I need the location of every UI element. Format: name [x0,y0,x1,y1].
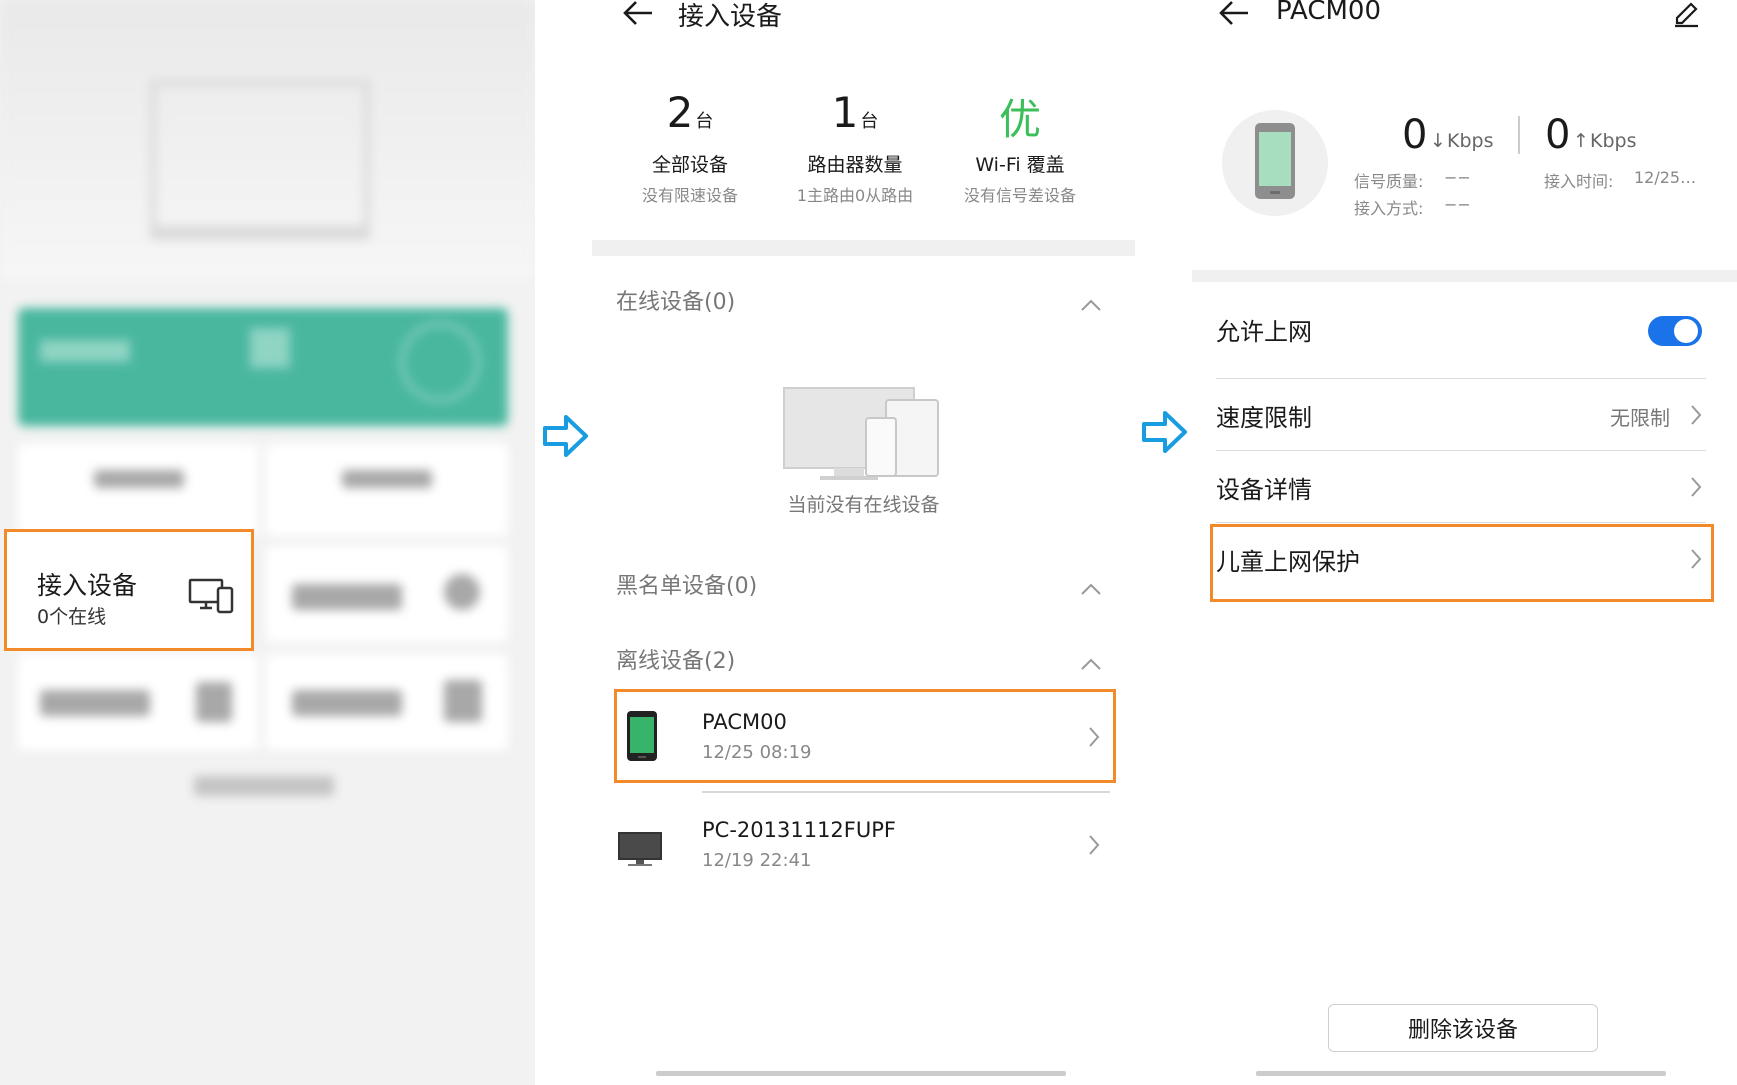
monitor-icon [618,832,662,866]
blacklist-section-title: 黑名单设备(0) [616,574,758,599]
total-devices-stat: 2台 [630,88,750,137]
chevron-right-icon [1691,405,1702,425]
row-divider [702,791,1110,793]
highlight-box [1210,524,1714,602]
row-divider [1216,450,1706,451]
row-divider [1216,522,1706,523]
empty-devices-text: 当前没有在线设备 [787,494,940,516]
chevron-right-icon [1691,477,1702,497]
page-title: PACM00 [1276,0,1382,26]
total-devices-value: 2 [666,88,694,137]
device-row-pc[interactable]: PC-20131112FUPF 12/19 22:41 [616,798,1112,890]
toggle-knob [1674,319,1698,343]
access-mode-value: −− [1444,195,1471,214]
scroll-indicator [656,1071,1066,1076]
total-devices-unit: 台 [695,111,714,132]
device-details-row[interactable]: 设备详情 [1216,470,1706,510]
chevron-right-icon [1089,835,1100,855]
speed-limit-row[interactable]: 速度限制 无限制 [1216,398,1706,438]
offline-section-title: 离线设备(2) [616,649,736,674]
highlight-box [614,689,1116,783]
allow-internet-row: 允许上网 [1216,312,1706,352]
download-speed-unit: Kbps [1447,130,1494,152]
chevron-up-icon[interactable] [1080,298,1102,312]
delete-device-button[interactable]: 删除该设备 [1328,1004,1598,1052]
connected-devices-panel: 接入设备 2台 全部设备 没有限速设备 1台 路由器数量 1主路由0从路由 优 … [592,0,1135,1085]
download-speed-value: 0 [1402,112,1428,158]
upload-speed-value: 0 [1545,112,1571,158]
device-detail-panel: PACM00 0 ↓ Kbps 0 ↑ Kbps 信号质量: −− 接入方式: … [1192,0,1737,1085]
arrow-right-icon [543,415,588,457]
connected-devices-title: 接入设备 [37,571,138,600]
wifi-coverage-sub: 没有信号差设备 [963,186,1076,205]
back-arrow-icon[interactable] [1218,0,1250,26]
home-screen-panel: 接入设备 0个在线 [0,0,535,1085]
total-devices-sub: 没有限速设备 [641,186,738,205]
speed-limit-label: 速度限制 [1216,404,1312,432]
router-count-value: 1 [831,88,859,137]
wifi-coverage-label: Wi-Fi 覆盖 [975,154,1065,176]
router-count-unit: 台 [860,111,879,132]
upload-speed-unit: Kbps [1590,130,1637,152]
allow-internet-label: 允许上网 [1216,318,1312,346]
router-count-stat: 1台 [795,88,915,137]
access-mode-label: 接入方式: [1354,199,1424,218]
speed-limit-value: 无限制 [1610,406,1670,430]
router-count-label: 路由器数量 [807,154,903,176]
back-arrow-icon[interactable] [622,0,654,26]
signal-quality-label: 信号质量: [1354,172,1424,191]
chevron-up-icon[interactable] [1080,657,1102,671]
upload-arrow-icon: ↑ [1573,130,1589,152]
chevron-up-icon[interactable] [1080,582,1102,596]
access-time-label: 接入时间: [1544,172,1614,191]
total-devices-label: 全部设备 [651,154,728,176]
scroll-indicator [1256,1071,1666,1076]
wifi-coverage-value: 优 [998,95,1041,144]
access-time-value: 12/25… [1634,168,1697,187]
page-title: 接入设备 [678,2,783,32]
row-divider [1216,378,1706,379]
devices-icon [188,578,234,614]
phone-icon [1255,123,1295,199]
device-name: PC-20131112FUPF [702,818,896,842]
edit-icon[interactable] [1672,0,1700,28]
empty-devices-illustration [783,387,939,480]
online-count-text: 0个在线 [37,606,107,628]
arrow-right-icon [1142,411,1187,453]
device-time: 12/19 22:41 [702,850,812,871]
device-details-label: 设备详情 [1216,476,1312,504]
speed-divider [1518,116,1520,154]
download-arrow-icon: ↓ [1430,130,1446,152]
online-section-title: 在线设备(0) [616,290,736,315]
signal-quality-value: −− [1444,168,1471,187]
